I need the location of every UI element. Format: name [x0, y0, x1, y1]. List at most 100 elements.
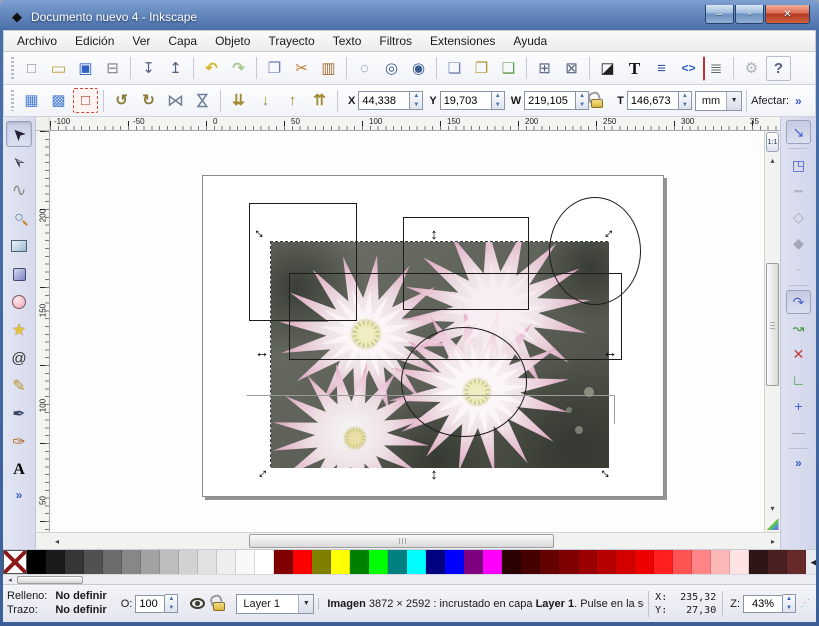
zoom-spinner[interactable]: ▲ ▼ — [783, 594, 796, 613]
y-field[interactable] — [439, 91, 492, 110]
raise-to-top-button[interactable]: ⇈ — [307, 88, 332, 113]
calligraphy-tool-button[interactable]: ✑ — [6, 429, 32, 455]
ellipse-tool-button[interactable] — [6, 289, 32, 315]
scale-handle-top[interactable]: ↕ — [426, 226, 442, 242]
height-field[interactable] — [626, 91, 679, 110]
rectangle-tool-button[interactable] — [6, 233, 32, 259]
zoom-drawing-button[interactable]: ◎ — [379, 56, 404, 81]
snap-midpoints-button[interactable]: + — [786, 394, 811, 418]
snap-toggle-button[interactable]: ↘ — [786, 120, 811, 144]
unit-combo[interactable]: mm ▼ — [694, 90, 743, 111]
import-document-button[interactable]: ↧ — [136, 56, 161, 81]
spiral-tool-button[interactable]: @ — [6, 345, 32, 371]
palette-swatch[interactable] — [103, 550, 122, 574]
menu-ayuda[interactable]: Ayuda — [504, 32, 556, 50]
deselect-button[interactable]: □ — [73, 88, 98, 113]
menu-ver[interactable]: Ver — [123, 32, 159, 50]
selector-tool-button[interactable]: ➤ — [6, 121, 32, 147]
layer-visibility-icon[interactable] — [190, 598, 206, 609]
canvas[interactable]: ↔ ↔ ↔ ↔ ↕ ↕ ↔ ↔ — [50, 131, 764, 532]
palette-swatch[interactable] — [768, 550, 787, 574]
flip-horizontal-button[interactable]: ⋈ — [163, 88, 188, 113]
menu-archivo[interactable]: Archivo — [8, 32, 66, 50]
palette-swatch[interactable] — [331, 550, 350, 574]
group-button[interactable]: ⊞ — [532, 56, 557, 81]
preferences-button[interactable]: ⚙ — [739, 56, 764, 81]
horizontal-scrollbar[interactable]: ◂ ▸ — [36, 532, 780, 549]
palette-scrollbar[interactable]: ◂ — [3, 574, 816, 584]
pencil-tool-button[interactable]: ✎ — [6, 373, 32, 399]
menu-capa[interactable]: Capa — [159, 32, 206, 50]
redo-button[interactable]: ↷ — [226, 56, 251, 81]
snap-bbox-edge-midpoints-button[interactable]: ◆ — [786, 231, 811, 255]
palette-swatch[interactable] — [540, 550, 559, 574]
x-field[interactable] — [358, 91, 411, 110]
fill-stroke-button[interactable]: ◪ — [595, 56, 620, 81]
ellipse-shape-1[interactable] — [549, 197, 641, 305]
palette-swatch[interactable] — [84, 550, 103, 574]
palette-swatch[interactable] — [293, 550, 312, 574]
palette-swatch[interactable] — [65, 550, 84, 574]
palette-swatch[interactable] — [654, 550, 673, 574]
snap-bbox-corners-button[interactable]: ◇ — [786, 205, 811, 229]
ellipse-shape-2[interactable] — [401, 327, 527, 437]
palette-swatch[interactable] — [312, 550, 331, 574]
lower-button[interactable]: ↓ — [253, 88, 278, 113]
palette-swatch[interactable] — [141, 550, 160, 574]
palette-swatch[interactable] — [730, 550, 749, 574]
horizontal-scroll-track[interactable] — [64, 533, 766, 549]
copy-button[interactable]: ❐ — [262, 56, 287, 81]
menu-edicion[interactable]: Edición — [66, 32, 123, 50]
document-properties-button[interactable]: ? — [766, 55, 791, 81]
height-field-spinner[interactable]: ▲ ▼ — [678, 91, 692, 110]
palette-swatch[interactable] — [46, 550, 65, 574]
layers-dialog-button[interactable]: ≡ — [649, 56, 674, 81]
menu-filtros[interactable]: Filtros — [370, 32, 421, 50]
palette-swatch[interactable] — [160, 550, 179, 574]
palette-swatch[interactable] — [578, 550, 597, 574]
select-all-button[interactable]: ▦ — [19, 88, 44, 113]
palette-swatch[interactable] — [426, 550, 445, 574]
palette-swatch[interactable] — [464, 550, 483, 574]
text-tool-button[interactable]: A — [6, 457, 32, 483]
snap-cusp-nodes-button[interactable]: ∟ — [786, 368, 811, 392]
width-field-spinner[interactable]: ▲ ▼ — [576, 91, 590, 110]
palette-swatch[interactable] — [692, 550, 711, 574]
xml-editor-button[interactable]: <> — [676, 56, 701, 81]
select-all-layers-button[interactable]: ▩ — [46, 88, 71, 113]
palette-swatch[interactable] — [616, 550, 635, 574]
toolbar-overflow-button[interactable]: » — [795, 94, 802, 108]
ungroup-button[interactable]: ⊠ — [559, 56, 584, 81]
cut-button[interactable]: ✂ — [289, 56, 314, 81]
resize-grip-icon[interactable]: ⋰ — [800, 598, 812, 610]
box3d-tool-button[interactable] — [6, 261, 32, 287]
palette-swatch[interactable] — [217, 550, 236, 574]
palette-swatch[interactable] — [122, 550, 141, 574]
scroll-up-icon[interactable]: ▴ — [765, 153, 780, 168]
scroll-right-icon[interactable]: ▸ — [766, 533, 780, 549]
x-field-spinner[interactable]: ▲ ▼ — [410, 91, 424, 110]
create-clone-button[interactable]: ❒ — [469, 56, 494, 81]
star-tool-button[interactable]: ★ — [6, 317, 32, 343]
palette-swatch[interactable] — [521, 550, 540, 574]
palette-swatch[interactable] — [236, 550, 255, 574]
opacity-spinner[interactable]: ▲ ▼ — [165, 594, 179, 613]
scroll-left-icon[interactable]: ◂ — [50, 533, 64, 549]
palette-swatch[interactable] — [179, 550, 198, 574]
vertical-scroll-thumb[interactable] — [766, 263, 779, 386]
palette-swatch[interactable] — [673, 550, 692, 574]
lower-to-bottom-button[interactable]: ⇊ — [226, 88, 251, 113]
snap-bbox-centers-button[interactable]: ∙ — [786, 257, 811, 281]
palette-swatch[interactable] — [198, 550, 217, 574]
palette-scroll-right-icon[interactable]: ◀ — [806, 550, 816, 574]
scale-handle-right[interactable]: ↔ — [602, 344, 618, 360]
menu-objeto[interactable]: Objeto — [206, 32, 259, 50]
save-document-button[interactable]: ▣ — [73, 56, 98, 81]
node-tool-button[interactable]: ➣ — [6, 149, 32, 175]
paste-button[interactable]: ▥ — [316, 56, 341, 81]
palette-swatch[interactable] — [27, 550, 46, 574]
layer-combo[interactable]: Layer 1 ▼ — [236, 593, 315, 614]
scroll-down-icon[interactable]: ▾ — [765, 501, 780, 516]
fill-value[interactable]: No definir — [55, 590, 106, 603]
gray-path-vertical[interactable] — [614, 395, 615, 424]
